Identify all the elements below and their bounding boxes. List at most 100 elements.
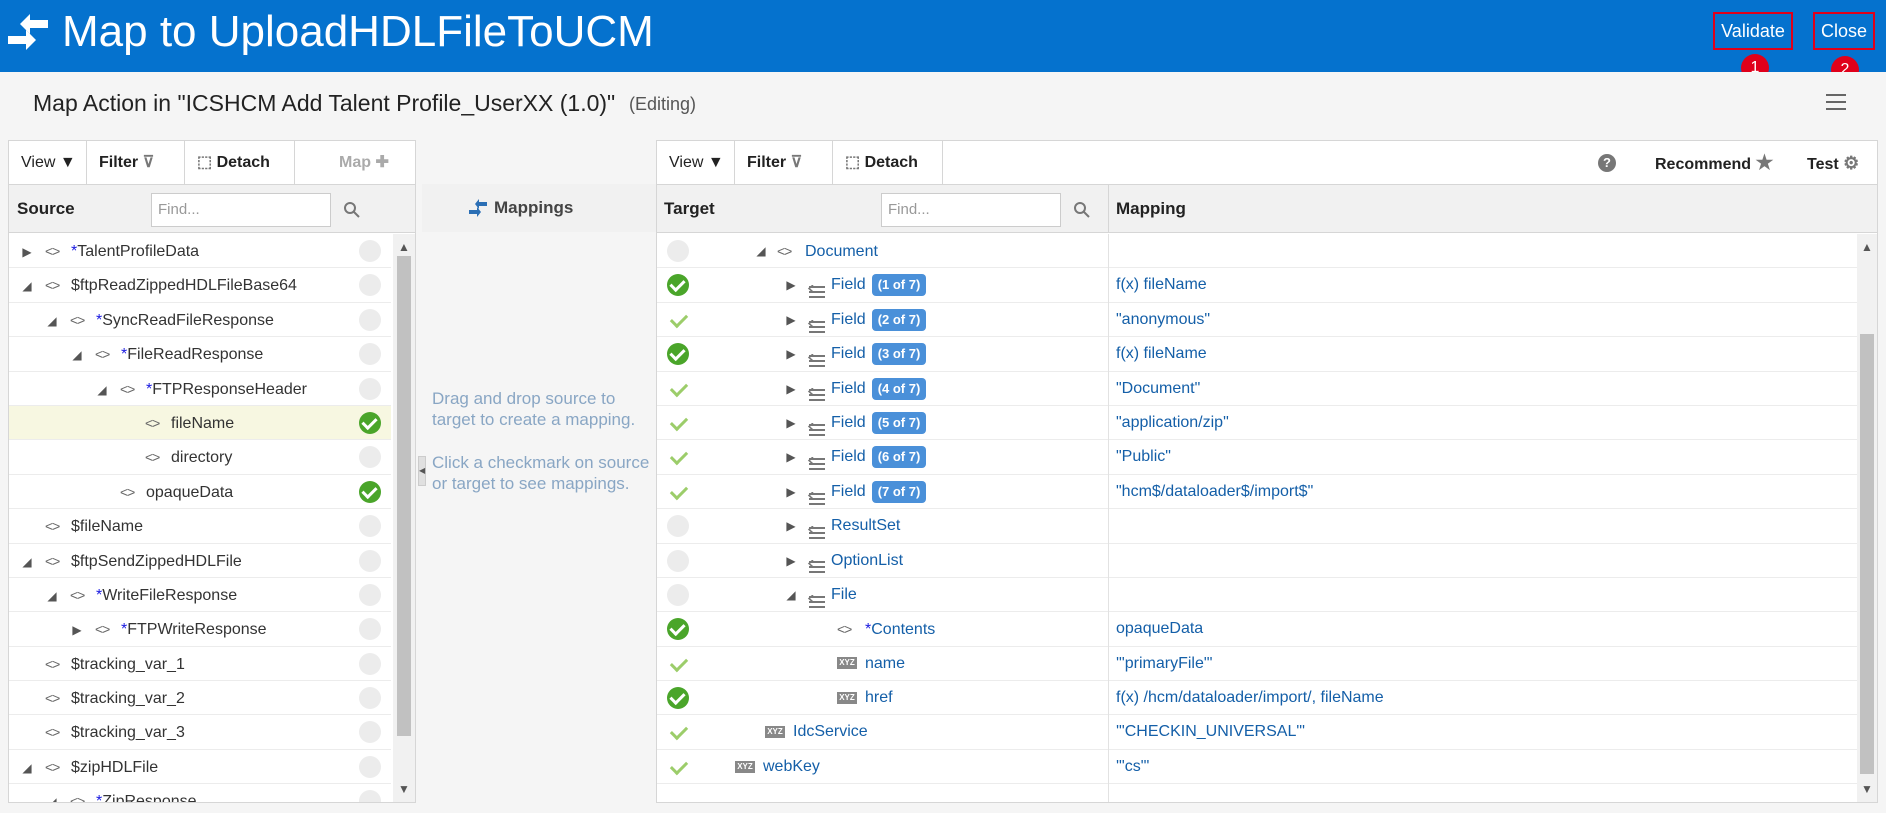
collapse-icon[interactable]: ◢ — [94, 373, 110, 407]
unmapped-circle-icon[interactable] — [667, 549, 689, 572]
source-row[interactable]: <> opaqueData — [9, 475, 391, 510]
target-row[interactable]: ▶ Field (1 of 7) f(x) fileName — [657, 268, 1857, 303]
unmapped-circle-icon[interactable] — [359, 377, 381, 400]
mapped-check-icon[interactable] — [667, 378, 689, 400]
expand-icon[interactable]: ▶ — [783, 337, 799, 371]
unmapped-circle-icon[interactable] — [359, 583, 381, 606]
unmapped-circle-icon[interactable] — [667, 583, 689, 606]
target-scroll-thumb[interactable] — [1860, 334, 1874, 774]
source-row[interactable]: ◢ <> $ftpSendZippedHDLFile — [9, 544, 391, 578]
unmapped-circle-icon[interactable] — [359, 549, 381, 572]
mapping-expression[interactable]: "Document" — [1116, 372, 1200, 406]
target-filter-button[interactable]: Filter ⊽ — [735, 141, 833, 185]
target-row[interactable]: XYZ webKey '"cs"' — [657, 750, 1857, 785]
source-row[interactable]: ◢ <> *SyncReadFileResponse — [9, 303, 391, 338]
unmapped-circle-icon[interactable] — [359, 687, 381, 710]
source-row[interactable]: <> $tracking_var_1 — [9, 647, 391, 682]
scroll-up-icon[interactable]: ▲ — [1861, 240, 1873, 254]
scroll-up-icon[interactable]: ▲ — [398, 240, 410, 254]
source-find-input[interactable]: Find... — [151, 193, 331, 227]
unmapped-circle-icon[interactable] — [359, 755, 381, 778]
source-scroll-thumb[interactable] — [397, 256, 411, 736]
target-row[interactable]: <> *Contents opaqueData — [657, 612, 1857, 647]
mapped-check-icon[interactable] — [667, 446, 689, 468]
mapping-expression[interactable]: f(x) fileName — [1116, 337, 1207, 371]
target-row[interactable]: XYZ IdcService '"CHECKIN_UNIVERSAL"' — [657, 715, 1857, 750]
unmapped-circle-icon[interactable] — [359, 721, 381, 744]
mapping-expression[interactable]: opaqueData — [1116, 612, 1203, 646]
mapped-check-icon[interactable] — [667, 481, 689, 503]
mapping-expression[interactable]: '"cs"' — [1116, 750, 1149, 784]
unmapped-circle-icon[interactable] — [359, 652, 381, 675]
source-row[interactable]: <> $fileName — [9, 509, 391, 544]
search-icon[interactable] — [343, 201, 361, 219]
mapped-check-icon[interactable] — [667, 653, 689, 675]
collapse-icon[interactable]: ◢ — [44, 785, 60, 802]
mapping-expression[interactable]: f(x) fileName — [1116, 268, 1207, 302]
source-row[interactable]: ◢ <> *ZipResponse — [9, 784, 391, 802]
source-scrollbar[interactable]: ▲ ▼ — [393, 234, 415, 802]
target-view-menu[interactable]: View ▼ — [657, 141, 735, 185]
target-row[interactable]: ◢ File — [657, 578, 1857, 613]
mapping-expression[interactable]: "anonymous" — [1116, 303, 1210, 337]
source-row[interactable]: <> $tracking_var_2 — [9, 681, 391, 716]
target-row[interactable]: ◢ <> Document — [657, 234, 1857, 269]
source-row[interactable]: ▶ <> *TalentProfileData — [9, 234, 391, 269]
mapped-check-icon[interactable] — [359, 480, 381, 503]
expand-icon[interactable]: ▶ — [783, 372, 799, 406]
help-icon[interactable]: ? — [1598, 154, 1616, 172]
source-row[interactable]: ▶ <> *FTPWriteResponse — [9, 612, 391, 647]
mapped-check-icon[interactable] — [667, 309, 689, 331]
source-row[interactable]: ◢ <> *FTPResponseHeader — [9, 372, 391, 406]
target-row[interactable]: ▶ Field (6 of 7) "Public" — [657, 440, 1857, 475]
close-button[interactable]: Close — [1813, 12, 1875, 50]
target-row[interactable]: ▶ Field (7 of 7) "hcm$/dataloader$/import$" — [657, 475, 1857, 510]
target-row[interactable]: ▶ Field (4 of 7) "Document" — [657, 372, 1857, 406]
unmapped-circle-icon[interactable] — [667, 515, 689, 538]
collapse-icon[interactable]: ◢ — [783, 578, 799, 612]
mapped-check-icon[interactable] — [359, 411, 381, 434]
mapping-expression[interactable]: "hcm$/dataloader$/import$" — [1116, 475, 1313, 509]
mapped-check-icon[interactable] — [667, 343, 689, 366]
source-detach-button[interactable]: ⬚ Detach — [185, 141, 295, 185]
collapse-icon[interactable]: ◢ — [44, 304, 60, 338]
target-row[interactable]: ▶ Field (2 of 7) "anonymous" — [657, 303, 1857, 338]
target-row[interactable]: ▶ Field (3 of 7) f(x) fileName — [657, 337, 1857, 372]
expand-icon[interactable]: ▶ — [19, 235, 35, 269]
unmapped-circle-icon[interactable] — [359, 446, 381, 469]
source-row[interactable]: <> $tracking_var_3 — [9, 715, 391, 750]
source-view-menu[interactable]: View ▼ — [9, 141, 87, 185]
source-filter-button[interactable]: Filter ⊽ — [87, 141, 185, 185]
collapse-icon[interactable]: ◢ — [19, 269, 35, 303]
expand-icon[interactable]: ▶ — [783, 509, 799, 543]
mapped-check-icon[interactable] — [667, 618, 689, 641]
target-row[interactable]: XYZ name '"primaryFile"' — [657, 647, 1857, 682]
menu-icon[interactable] — [1826, 94, 1846, 114]
collapse-icon[interactable]: ◢ — [753, 234, 769, 268]
mapped-check-icon[interactable] — [667, 274, 689, 297]
source-row[interactable]: ◢ <> *WriteFileResponse — [9, 578, 391, 613]
unmapped-circle-icon[interactable] — [667, 240, 689, 262]
target-detach-button[interactable]: ⬚ Detach — [833, 141, 943, 185]
expand-icon[interactable]: ▶ — [783, 303, 799, 337]
mapped-check-icon[interactable] — [667, 721, 689, 743]
expand-icon[interactable]: ▶ — [783, 475, 799, 509]
mapping-expression[interactable]: '"primaryFile"' — [1116, 647, 1213, 681]
collapse-icon[interactable]: ◢ — [44, 579, 60, 613]
unmapped-circle-icon[interactable] — [359, 790, 381, 802]
expand-icon[interactable]: ▶ — [783, 406, 799, 440]
unmapped-circle-icon[interactable] — [359, 308, 381, 331]
mapping-expression[interactable]: "Public" — [1116, 440, 1171, 474]
mapped-check-icon[interactable] — [667, 412, 689, 434]
scroll-down-icon[interactable]: ▼ — [1861, 782, 1873, 796]
collapse-icon[interactable]: ◢ — [19, 545, 35, 579]
expand-icon[interactable]: ▶ — [783, 544, 799, 578]
scroll-down-icon[interactable]: ▼ — [398, 782, 410, 796]
source-row[interactable]: <> directory — [9, 440, 391, 475]
mapped-check-icon[interactable] — [667, 687, 689, 710]
source-row[interactable]: <> fileName — [9, 405, 391, 441]
source-map-button[interactable]: Map ✚ — [295, 141, 415, 185]
target-scrollbar[interactable]: ▲ ▼ — [1857, 234, 1877, 802]
expand-icon[interactable]: ▶ — [783, 440, 799, 474]
validate-button[interactable]: Validate — [1713, 12, 1793, 50]
